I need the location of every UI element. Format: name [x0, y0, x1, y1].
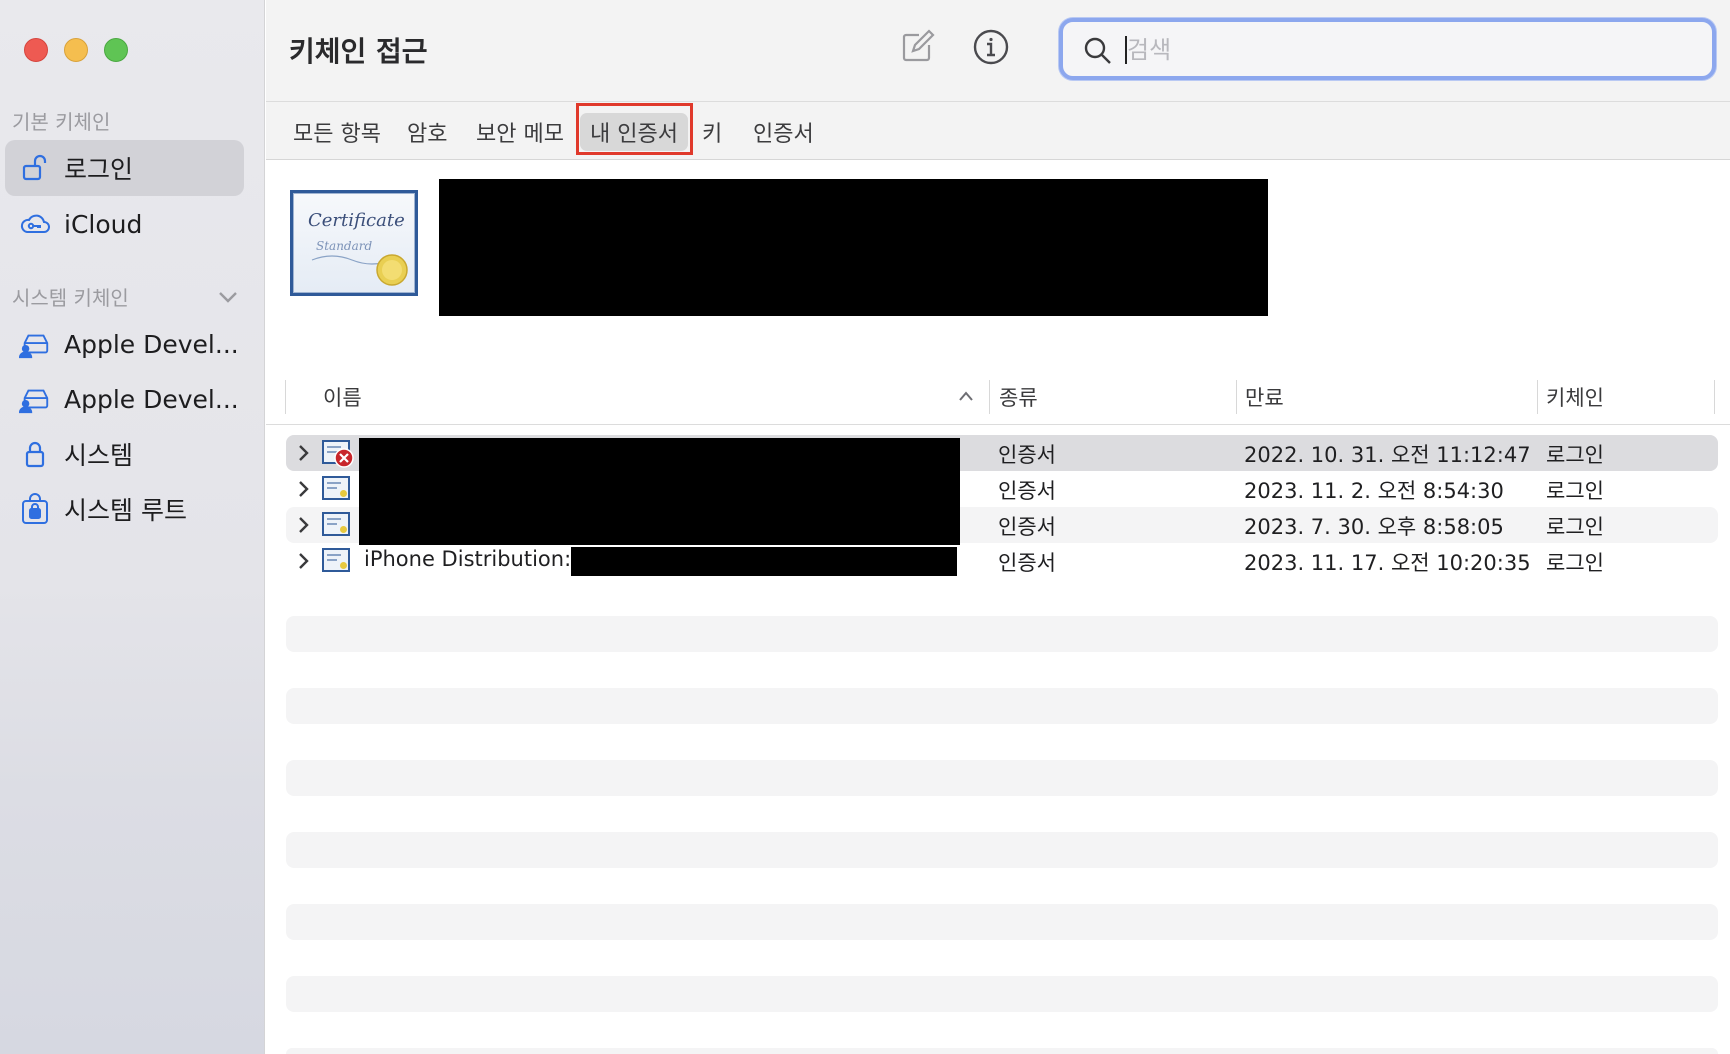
cell-kind: 인증서 [998, 551, 1056, 575]
search-input[interactable] [1127, 32, 1687, 68]
info-button[interactable] [970, 28, 1012, 70]
sidebar-item-label: iCloud [64, 209, 143, 239]
sidebar-section-default: 기본 키체인 [12, 110, 111, 134]
column-header-keychain[interactable]: 키체인 [1546, 382, 1604, 412]
minimize-window-button[interactable] [64, 38, 88, 62]
drive-person-icon [19, 383, 51, 415]
redacted-certificate-names [359, 438, 960, 545]
sidebar-item-icloud[interactable]: iCloud [5, 196, 244, 252]
sidebar-item-system[interactable]: 시스템 [5, 426, 244, 482]
sidebar: 기본 키체인 로그인 iCloud 시스템 키체인 Apple Devel...… [0, 0, 265, 1054]
cell-name: iPhone Distribution: [364, 547, 572, 571]
column-divider [1537, 380, 1538, 414]
empty-row [286, 904, 1718, 940]
compose-button[interactable] [896, 28, 938, 70]
cell-kind: 인증서 [998, 479, 1056, 503]
cell-keychain: 로그인 [1546, 443, 1604, 467]
cell-keychain: 로그인 [1546, 551, 1604, 575]
sidebar-item-apple-dev-2[interactable]: Apple Devel... [5, 371, 244, 427]
search-field[interactable] [1059, 18, 1716, 80]
table-header-divider [266, 424, 1730, 425]
redacted-certificate-details [439, 179, 1268, 316]
cell-expires: 2023. 11. 2. 오전 8:54:30 [1244, 479, 1504, 503]
chevron-right-icon[interactable] [296, 443, 310, 467]
sidebar-section-system: 시스템 키체인 [12, 286, 129, 310]
drive-person-icon [19, 328, 51, 360]
cell-kind: 인증서 [998, 515, 1056, 539]
window-title: 키체인 접근 [289, 35, 428, 68]
redacted-distribution-name [571, 547, 957, 576]
sidebar-item-label: Apple Devel... [64, 329, 239, 359]
empty-row [286, 616, 1718, 652]
search-icon [1083, 36, 1113, 70]
empty-row [286, 760, 1718, 796]
close-window-button[interactable] [24, 38, 48, 62]
chevron-right-icon[interactable] [296, 479, 310, 503]
empty-row [286, 1048, 1718, 1054]
cell-kind: 인증서 [998, 443, 1056, 467]
compose-icon [899, 29, 935, 69]
certificate-icon [322, 512, 350, 536]
chevron-down-icon[interactable] [214, 283, 242, 311]
cell-expires: 2023. 7. 30. 오후 8:58:05 [1244, 515, 1504, 539]
cell-keychain: 로그인 [1546, 479, 1604, 503]
certificate-icon-subtitle: Standard [316, 239, 372, 253]
info-icon [972, 28, 1010, 70]
sidebar-item-label: 시스템 루트 [64, 496, 187, 525]
column-header-expires[interactable]: 만료 [1245, 382, 1284, 412]
cell-expires: 2023. 11. 17. 오전 10:20:35 [1244, 551, 1531, 575]
empty-row [286, 976, 1718, 1012]
empty-row [286, 832, 1718, 868]
column-header-name[interactable]: 이름 [323, 382, 362, 412]
toolbar-divider [266, 101, 1730, 102]
sidebar-item-system-roots[interactable]: 시스템 루트 [5, 481, 244, 537]
tabbar-divider [266, 159, 1730, 160]
cloud-key-icon [19, 208, 51, 240]
certificate-icon-title: Certificate [308, 210, 405, 231]
sidebar-item-label: 시스템 [64, 441, 134, 470]
sidebar-item-label: Apple Devel... [64, 384, 239, 414]
empty-row [286, 688, 1718, 724]
column-divider [1714, 380, 1715, 414]
certificate-icon: Certificate Standard [290, 190, 418, 296]
lock-icon [19, 438, 51, 470]
column-divider [1236, 380, 1237, 414]
table-row[interactable]: iPhone Distribution: 인증서 2023. 11. 17. 오… [286, 543, 1718, 579]
sort-ascending-icon[interactable] [957, 388, 975, 407]
sidebar-item-label: 로그인 [64, 155, 134, 184]
chevron-right-icon[interactable] [296, 551, 310, 575]
zoom-window-button[interactable] [104, 38, 128, 62]
column-divider [285, 380, 286, 414]
tab-highlight-annotation [576, 103, 693, 155]
tab-keys[interactable]: 키 [692, 113, 732, 151]
certificate-icon [322, 476, 350, 500]
tab-passwords[interactable]: 암호 [397, 113, 457, 151]
text-caret [1125, 36, 1127, 64]
cell-expires: 2022. 10. 31. 오전 11:12:47 [1244, 443, 1531, 467]
lock-cabinet-icon [19, 493, 51, 525]
cell-keychain: 로그인 [1546, 515, 1604, 539]
sidebar-item-apple-dev-1[interactable]: Apple Devel... [5, 316, 244, 372]
tab-certificates[interactable]: 인증서 [743, 113, 824, 151]
certificate-icon [322, 548, 350, 572]
lock-open-icon [19, 152, 51, 184]
column-divider [989, 380, 990, 414]
tab-all-items[interactable]: 모든 항목 [283, 113, 391, 151]
column-header-kind[interactable]: 종류 [999, 382, 1038, 412]
certificate-invalid-icon [322, 440, 354, 468]
chevron-right-icon[interactable] [296, 515, 310, 539]
tab-secure-notes[interactable]: 보안 메모 [466, 113, 574, 151]
sidebar-item-login[interactable]: 로그인 [5, 140, 244, 196]
